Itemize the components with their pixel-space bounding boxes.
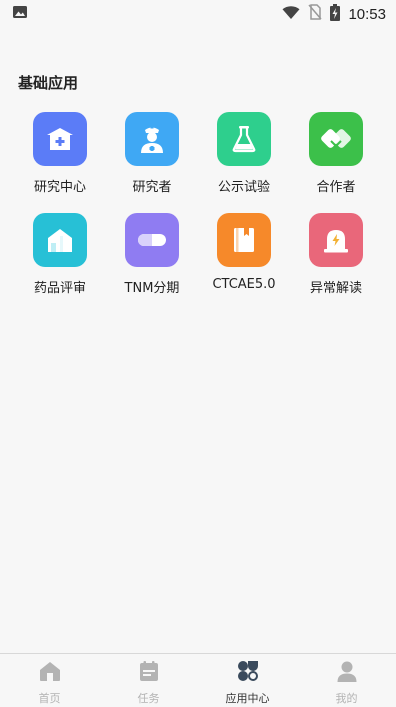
book-icon bbox=[217, 213, 271, 267]
section-title: 基础应用 bbox=[18, 74, 79, 92]
app-tnm-staging[interactable]: TNM分期 bbox=[106, 213, 198, 296]
battery-charging-icon bbox=[330, 3, 341, 25]
app-label: 公示试验 bbox=[217, 180, 270, 195]
tab-profile[interactable]: 我的 bbox=[297, 654, 396, 707]
app-research-center[interactable]: 研究中心 bbox=[14, 112, 106, 195]
tab-label: 我的 bbox=[335, 692, 358, 705]
flask-icon bbox=[217, 112, 271, 166]
pill-icon bbox=[125, 213, 179, 267]
alarm-icon bbox=[309, 213, 363, 267]
app-label: 异常解读 bbox=[309, 281, 362, 296]
tab-tasks[interactable]: 任务 bbox=[99, 654, 198, 707]
status-time: 10:53 bbox=[348, 5, 386, 23]
app-public-trials[interactable]: 公示试验 bbox=[198, 112, 290, 195]
app-label: 药品评审 bbox=[33, 281, 86, 296]
tab-home[interactable]: 首页 bbox=[0, 654, 99, 707]
tab-label: 任务 bbox=[137, 692, 160, 705]
home-icon bbox=[38, 659, 62, 687]
hospital-icon bbox=[33, 112, 87, 166]
wifi-icon bbox=[282, 5, 300, 24]
tab-label: 首页 bbox=[38, 692, 61, 705]
app-ctcae[interactable]: CTCAE5.0 bbox=[198, 213, 290, 296]
app-grid: 研究中心 研究者 公示试验 合作者 药品评审 TNM分期 CTCAE5.0 异常… bbox=[14, 112, 382, 296]
app-label: 研究者 bbox=[132, 180, 172, 195]
app-label: CTCAE5.0 bbox=[212, 277, 276, 292]
no-sim-icon bbox=[308, 4, 323, 24]
apps-icon bbox=[236, 659, 260, 687]
app-label: 研究中心 bbox=[33, 180, 86, 195]
status-bar: 10:53 bbox=[0, 0, 396, 28]
app-abnormal-interpretation[interactable]: 异常解读 bbox=[290, 213, 382, 296]
tab-app-center[interactable]: 应用中心 bbox=[198, 654, 297, 707]
app-drug-review[interactable]: 药品评审 bbox=[14, 213, 106, 296]
app-label: TNM分期 bbox=[124, 281, 180, 296]
app-label: 合作者 bbox=[316, 180, 356, 195]
bottom-tab-bar: 首页 任务 应用中心 我的 bbox=[0, 653, 396, 707]
app-researcher[interactable]: 研究者 bbox=[106, 112, 198, 195]
app-collaborators[interactable]: 合作者 bbox=[290, 112, 382, 195]
doctor-icon bbox=[125, 112, 179, 166]
user-icon bbox=[335, 659, 359, 687]
tab-label: 应用中心 bbox=[225, 692, 270, 705]
building-icon bbox=[33, 213, 87, 267]
calendar-icon bbox=[137, 659, 161, 687]
handshake-icon bbox=[309, 112, 363, 166]
image-icon bbox=[12, 4, 28, 24]
